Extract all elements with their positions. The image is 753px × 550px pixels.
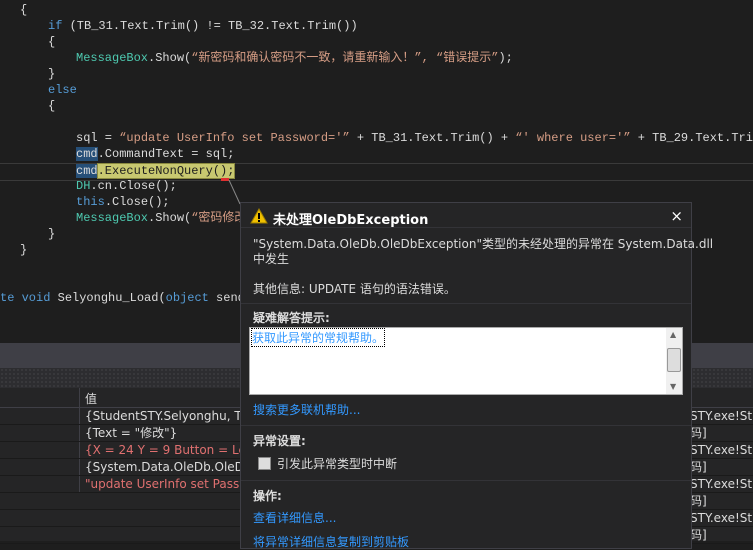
code-line: }: [48, 67, 56, 81]
value-cell: {StudentSTY.Selyonghu, Text:: [85, 409, 240, 423]
call-stack-cell: 码]: [690, 426, 707, 440]
code-line: }: [20, 243, 28, 257]
code-line-exception: cmd.ExecuteNonQuery();: [76, 163, 236, 179]
code-line: cmd.CommandText = sql;: [76, 146, 234, 162]
call-stack-cell: STY.exe!Stud: [690, 511, 753, 525]
code-text: + TB_31.Text.Trim() +: [356, 131, 516, 145]
value-cell: "update UserInfo set Password: [85, 477, 240, 491]
keyword: this: [76, 195, 105, 209]
string: “新密码和确认密码不一致，请重新输入！”, “错误提示”: [191, 51, 499, 65]
view-details-link[interactable]: 查看详细信息...: [253, 509, 336, 526]
highlighted-reference: cmd: [76, 147, 98, 161]
divider: [241, 425, 691, 426]
value-column-header[interactable]: 值: [85, 390, 97, 407]
troubleshooting-list[interactable]: 获取此异常的常规帮助。 ▲ ▼: [249, 327, 683, 395]
code-line: if (TB_31.Text.Trim() != TB_32.Text.Trim…: [48, 18, 358, 34]
code-line: sql = “update UserInfo set Password='” +…: [76, 130, 753, 146]
code-text: .cn.Close();: [90, 179, 177, 193]
code-line: {: [48, 35, 56, 49]
code-line: this.Close();: [76, 194, 170, 210]
warning-icon: [250, 208, 268, 224]
value-cell: {X = 24 Y = 9 Button = Left}: [85, 443, 240, 457]
scroll-thumb[interactable]: [667, 348, 681, 372]
code-text: (TB_31.Text.Trim() != TB_32.Text.Trim()): [62, 19, 358, 33]
type: MessageBox: [76, 51, 149, 65]
copy-details-link[interactable]: 将异常详细信息复制到剪贴板: [253, 533, 409, 550]
string: “update UserInfo set Password='”: [119, 131, 357, 145]
highlighted-reference: cmd: [76, 164, 98, 178]
call-stack-cell: STY.exe!Stud: [690, 477, 753, 491]
type: DH: [76, 179, 91, 193]
call-stack-cell: STY.exe!Stud: [690, 443, 753, 457]
dialog-title: 未处理OleDbException: [273, 213, 429, 228]
code-line: DH.cn.Close();: [76, 178, 177, 194]
actions-header: 操作:: [253, 489, 282, 503]
exception-message-cont: 中发生: [253, 252, 290, 266]
additional-info: 其他信息: UPDATE 语句的语法错误。: [253, 282, 456, 296]
code-line: MessageBox.Show(“密码修改: [76, 210, 246, 226]
value-cell: {System.Data.OleDb.OleDbCo: [85, 460, 240, 474]
code-text: + TB_29.Text.Trim(): [637, 131, 753, 145]
scroll-down-icon[interactable]: ▼: [670, 382, 676, 391]
code-text: .CommandText = sql;: [97, 147, 235, 161]
code-line: MessageBox.Show(“新密码和确认密码不一致，请重新输入！”, “错…: [76, 50, 513, 66]
exception-statement: .ExecuteNonQuery();: [96, 163, 236, 179]
scrollbar[interactable]: ▲ ▼: [666, 328, 682, 394]
call-stack-cell: 码]: [690, 494, 707, 508]
code-text: sql =: [76, 131, 120, 145]
close-button[interactable]: ×: [670, 207, 683, 225]
keyword: if: [48, 19, 63, 33]
scroll-up-icon[interactable]: ▲: [670, 330, 676, 339]
call-stack-cell: 码]: [690, 460, 707, 474]
exception-dialog: 未处理OleDbException × "System.Data.OleDb.O…: [240, 202, 713, 550]
checkbox-label[interactable]: 引发此异常类型时中断: [277, 455, 397, 472]
exception-message: "System.Data.OleDb.OleDbException"类型的未经处…: [253, 237, 714, 251]
string: “' where user='”: [515, 131, 638, 145]
code-line: {: [48, 99, 56, 113]
code-line: te void Selyonghu_Load(object sende: [0, 290, 252, 306]
code-text: .Show(: [148, 51, 192, 65]
string: “密码修改: [191, 211, 247, 225]
divider: [241, 303, 691, 304]
troubleshooting-header: 疑难解答提示:: [253, 311, 330, 325]
break-on-exception-checkbox[interactable]: [258, 457, 271, 470]
tip-link[interactable]: 获取此异常的常规帮助。: [250, 328, 386, 347]
search-online-help-link[interactable]: 搜索更多联机帮助...: [253, 401, 360, 418]
keyword: void: [21, 291, 51, 305]
code-text: .Close();: [104, 195, 170, 209]
value-cell: {Text = "修改"}: [85, 426, 178, 440]
keyword: te: [0, 291, 22, 305]
call-stack-cell: STY.exe!Stud: [690, 409, 753, 423]
code-line: else: [48, 83, 77, 97]
keyword: object: [165, 291, 209, 305]
code-line: {: [20, 3, 28, 17]
code-line: }: [48, 227, 56, 241]
divider: [241, 227, 691, 228]
type: MessageBox: [76, 211, 149, 225]
divider: [241, 480, 691, 481]
code-text: Selyonghu_Load(: [50, 291, 166, 305]
code-text: .Show(: [148, 211, 192, 225]
exception-settings-header: 异常设置:: [253, 434, 306, 448]
code-text: );: [498, 51, 513, 65]
